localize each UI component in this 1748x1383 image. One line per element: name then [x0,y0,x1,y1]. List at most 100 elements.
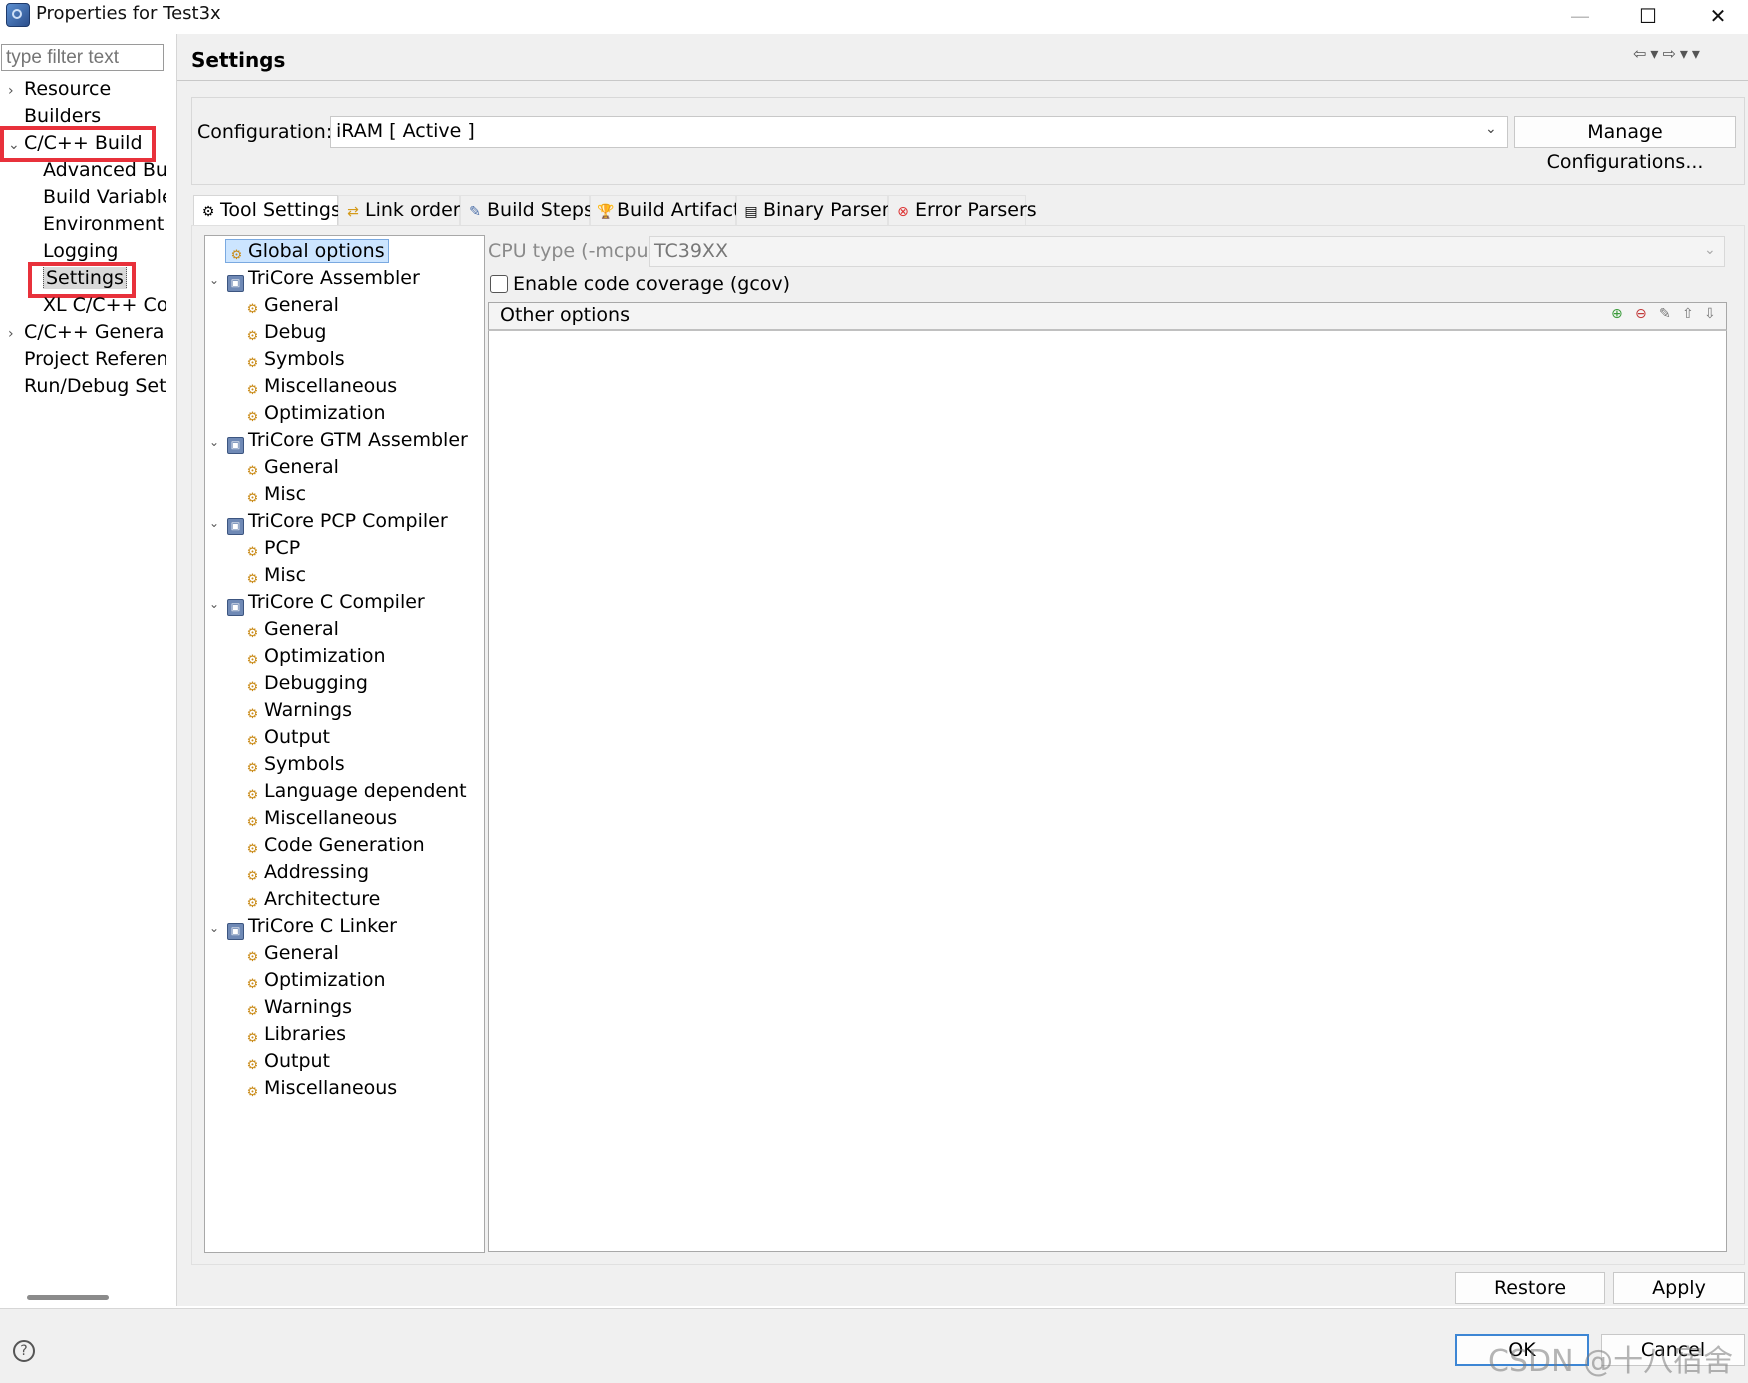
sidebar-item[interactable]: Settings [43,267,166,289]
tree-item-tool[interactable]: ⌄ ▣ TriCore PCP Compiler [209,508,448,537]
tree-item-option[interactable]: ⚙ General [245,454,339,481]
tree-item-option[interactable]: ⚙ Debug [245,319,327,346]
tree-item-option[interactable]: ⚙ Misc [245,481,306,508]
sidebar-item[interactable]: › Resource [8,78,166,100]
add-icon[interactable]: ⊕ [1611,306,1623,322]
tree-item-option[interactable]: ⚙ Symbols [245,346,345,373]
sidebar-item[interactable]: Run/Debug Setti [8,375,166,397]
tree-item-option[interactable]: ⚙ Warnings [245,697,352,724]
option-page-icon: ⚙ [246,977,259,992]
minimize-button[interactable]: — [1550,0,1610,32]
tree-item-option[interactable]: ⚙ Miscellaneous [245,805,398,832]
sidebar-item[interactable]: Advanced Buil [43,159,166,181]
tree-item-option[interactable]: ⚙ Addressing [245,859,369,886]
tree-item-option[interactable]: ⚙ Optimization [245,967,386,994]
move-down-icon[interactable]: ⇩ [1704,306,1716,322]
sidebar-item[interactable]: Builders [8,105,166,127]
chevron-right-icon[interactable]: › [8,83,24,99]
apply-button[interactable]: Apply [1613,1272,1745,1304]
restore-defaults-button[interactable]: Restore Defaults [1455,1272,1605,1329]
chevron-down-icon[interactable]: ⌄ [209,915,223,942]
chevron-down-icon[interactable]: ⌄ [1485,121,1497,137]
sidebar-item[interactable]: Project Reference [8,348,166,370]
manage-configurations-button[interactable]: Manage Configurations... [1514,116,1736,173]
tree-item-option[interactable]: ⚙ General [245,292,339,319]
cpu-type-select[interactable]: TC39XX [649,236,1725,267]
tab-link-order[interactable]: ⇄ Link order [338,195,461,225]
sidebar-item[interactable]: Build Variables [43,186,166,208]
tree-item-option[interactable]: ⚙ Optimization [245,400,386,427]
tree-item-option[interactable]: ⚙ Miscellaneous [245,373,398,400]
chevron-down-icon[interactable]: ⌄ [209,429,223,456]
chevron-down-icon[interactable]: ⌄ [1704,242,1716,258]
horizontal-scrollbar[interactable] [27,1295,109,1300]
tree-item-option[interactable]: ⚙ Miscellaneous [245,1075,398,1102]
tab-error-parsers[interactable]: ⊗ Error Parsers [888,195,1037,225]
tree-item-option[interactable]: ⚙ Language dependent [245,778,467,805]
tree-item-option[interactable]: ⚙ PCP [245,535,301,562]
tree-item-option[interactable]: ⚙ Output [245,724,330,751]
tool-settings-icon: ⚙ [201,204,215,220]
close-button[interactable]: ✕ [1688,0,1748,32]
selected-node: ⚙ Global options [225,239,389,263]
tree-item-option[interactable]: ⚙ Output [245,1048,330,1075]
tree-item-option[interactable]: ⚙ Warnings [245,994,352,1021]
tree-item-tool[interactable]: ⌄ ▣ TriCore GTM Assembler [209,427,468,456]
tree-item-global-options[interactable]: ⚙ Global options [225,238,389,265]
chevron-down-icon[interactable]: ⌄ [209,510,223,537]
other-options-list[interactable] [488,302,1727,1252]
tree-item-option[interactable]: ⚙ Misc [245,562,306,589]
edit-icon[interactable]: ✎ [1659,306,1671,322]
sidebar-item-label: Logging [43,240,119,262]
chevron-down-icon[interactable]: ⌄ [8,137,24,153]
tree-node-label: Optimization [264,402,386,424]
tree-node-label: Language dependent [264,780,467,802]
sidebar-item[interactable]: Logging [43,240,166,262]
tree-item-option[interactable]: ⚙ General [245,940,339,967]
tab-binary-parsers[interactable]: ▤ Binary Parsers [736,195,899,225]
tree-node-label: Debug [264,321,327,343]
tab-label: Build Steps [487,199,594,221]
tool-icon: ▣ [227,518,244,535]
sidebar-item[interactable]: ⌄ C/C++ Build [8,132,166,154]
sidebar-item[interactable]: Environment [43,213,166,235]
other-options-header [488,302,1727,331]
tree-item-option[interactable]: ⚙ Optimization [245,643,386,670]
code-coverage-checkbox[interactable] [490,275,508,293]
option-page-icon: ⚙ [246,626,259,641]
tree-item-option[interactable]: ⚙ Architecture [245,886,381,913]
maximize-button[interactable]: ☐ [1618,0,1678,32]
chevron-down-icon[interactable]: ⌄ [209,591,223,618]
tool-settings-tree[interactable]: ⚙ Global options ⌄ ▣ TriCore Assembler ⚙ Gener… [204,235,485,1253]
tree-item-tool[interactable]: ⌄ ▣ TriCore C Linker [209,913,397,942]
chevron-down-icon[interactable]: ⌄ [209,267,223,294]
configuration-select[interactable]: iRAM [ Active ] [330,116,1508,148]
tree-node-label: General [264,618,339,640]
sidebar-item[interactable]: XL C/C++ Com [43,294,166,316]
tab-build-steps[interactable]: ✎ Build Steps [460,195,594,225]
tree-node-label: General [264,294,339,316]
tool-icon: ▣ [227,437,244,454]
tree-item-option[interactable]: ⚙ Code Generation [245,832,425,859]
option-page-icon: ⚙ [246,653,259,668]
move-up-icon[interactable]: ⇧ [1682,306,1694,322]
option-page-icon: ⚙ [246,464,259,479]
tree-item-tool[interactable]: ⌄ ▣ TriCore Assembler [209,265,420,294]
tree-node-label: Architecture [264,888,381,910]
option-page-icon: ⚙ [246,707,259,722]
tree-item-tool[interactable]: ⌄ ▣ TriCore C Compiler [209,589,425,618]
tree-item-option[interactable]: ⚙ Symbols [245,751,345,778]
history-navigation-icon[interactable]: ⇦▾⇨▾▾ [1633,44,1704,63]
delete-icon[interactable]: ⊖ [1635,306,1647,322]
tab-tool-settings[interactable]: ⚙ Tool Settings [193,195,341,225]
sidebar-item[interactable]: › C/C++ General [8,321,166,343]
tab-label: Error Parsers [915,199,1037,221]
tree-item-option[interactable]: ⚙ General [245,616,339,643]
chevron-right-icon[interactable]: › [8,326,24,342]
tree-item-option[interactable]: ⚙ Debugging [245,670,368,697]
filter-input[interactable] [1,44,164,71]
option-page-icon: ⚙ [246,356,259,371]
tree-item-option[interactable]: ⚙ Libraries [245,1021,346,1048]
tab-build-artifact[interactable]: 🏆 Build Artifact [590,195,741,225]
help-icon[interactable]: ? [13,1340,35,1362]
